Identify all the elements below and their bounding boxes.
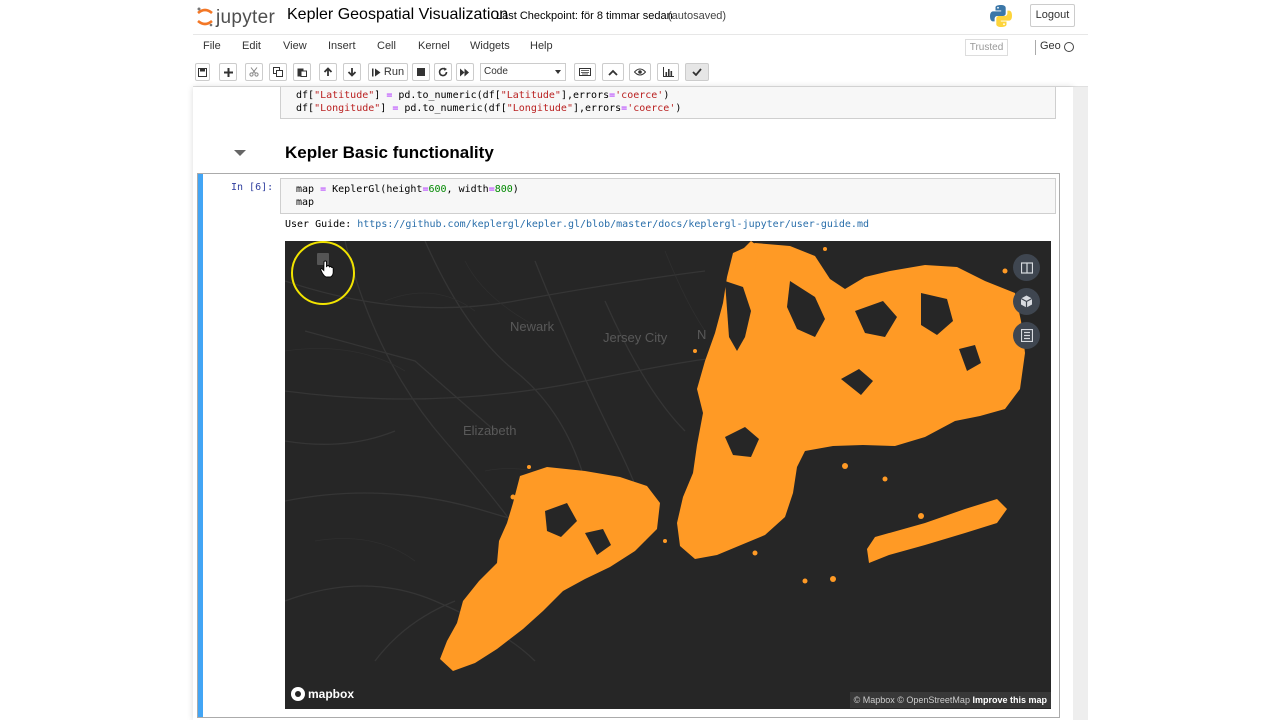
legend-button[interactable] bbox=[1013, 322, 1040, 349]
split-map-icon bbox=[1020, 261, 1033, 274]
save-icon bbox=[198, 67, 207, 77]
place-label-newark: Newark bbox=[510, 319, 555, 334]
logout-button[interactable]: Logout bbox=[1030, 4, 1075, 27]
chart-button[interactable] bbox=[657, 63, 679, 81]
restart-run-all-button[interactable] bbox=[456, 63, 474, 81]
fast-forward-icon bbox=[460, 68, 469, 76]
menu-widgets[interactable]: Widgets bbox=[470, 40, 510, 52]
hand-cursor-icon bbox=[320, 260, 334, 278]
improve-map-link[interactable]: Improve this map bbox=[972, 695, 1047, 705]
cell-type-value: Code bbox=[484, 66, 508, 77]
jupyter-orb-icon bbox=[197, 7, 213, 27]
plus-icon bbox=[223, 67, 233, 77]
mapbox-wordmark: mapbox bbox=[308, 687, 355, 701]
run-button[interactable]: Run bbox=[368, 63, 408, 81]
notebook-title[interactable]: Kepler Geospatial Visualization bbox=[287, 6, 508, 24]
arrow-up-icon bbox=[323, 67, 333, 76]
paste-icon bbox=[297, 68, 307, 77]
copy-icon bbox=[273, 67, 283, 77]
arrow-down-icon bbox=[347, 68, 357, 77]
selected-cell-indicator bbox=[198, 174, 203, 717]
notebook-header: jupyter Kepler Geospatial Visualization … bbox=[193, 0, 1088, 34]
python-logo-icon bbox=[990, 5, 1012, 27]
checkpoint-status: Last Checkpoint: för 8 timmar sedan bbox=[496, 10, 673, 22]
user-guide-line: User Guide: https://github.com/keplergl/… bbox=[285, 219, 869, 230]
section-heading: Kepler Basic functionality bbox=[285, 143, 494, 162]
input-prompt: In [6]: bbox=[231, 182, 274, 193]
menu-view[interactable]: View bbox=[283, 40, 307, 52]
menu-kernel[interactable]: Kernel bbox=[418, 40, 450, 52]
insert-cell-button[interactable] bbox=[219, 63, 237, 81]
place-label-elizabeth: Elizabeth bbox=[463, 423, 517, 438]
map-attribution: © Mapbox © OpenStreetMap Improve this ma… bbox=[849, 692, 1051, 708]
cell-code: map = KeplerGl(height=600, width=800) ma… bbox=[296, 184, 519, 208]
jupyter-wordmark: jupyter bbox=[216, 7, 276, 28]
attribution-text[interactable]: © Mapbox © OpenStreetMap bbox=[854, 695, 970, 705]
refresh-icon bbox=[438, 67, 448, 77]
previous-cell-code: df["Latitude"] = pd.to_numeric(df["Latit… bbox=[296, 90, 682, 114]
previous-code-cell[interactable]: df["Latitude"] = pd.to_numeric(df["Latit… bbox=[280, 87, 1056, 119]
menu-file[interactable]: File bbox=[203, 40, 221, 52]
run-label: Run bbox=[383, 66, 405, 78]
layer-legend-icon bbox=[1020, 329, 1033, 342]
cell-type-select[interactable]: Code bbox=[480, 63, 566, 81]
keyboard-icon bbox=[579, 68, 591, 76]
bar-chart-icon bbox=[662, 67, 674, 77]
step-forward-icon bbox=[371, 68, 381, 76]
menu-insert[interactable]: Insert bbox=[328, 40, 356, 52]
interrupt-button[interactable] bbox=[412, 63, 430, 81]
user-guide-label: User Guide: bbox=[285, 219, 358, 230]
autosave-status: (autosaved) bbox=[668, 10, 727, 22]
user-guide-link[interactable]: https://github.com/keplergl/kepler.gl/bl… bbox=[357, 219, 869, 230]
menu-edit[interactable]: Edit bbox=[242, 40, 261, 52]
split-map-button[interactable] bbox=[1013, 254, 1040, 281]
restart-button[interactable] bbox=[434, 63, 452, 81]
kernel-separator bbox=[1035, 40, 1036, 55]
kernel-idle-icon bbox=[1064, 42, 1074, 52]
menubar: File Edit View Insert Cell Kernel Widget… bbox=[193, 34, 1088, 59]
collapse-section-icon[interactable] bbox=[234, 150, 246, 156]
check-icon bbox=[692, 68, 702, 76]
menu-cell[interactable]: Cell bbox=[377, 40, 396, 52]
scissors-icon bbox=[249, 67, 259, 77]
chevron-up-icon bbox=[608, 69, 618, 76]
toolbar: Run Code bbox=[193, 59, 1088, 87]
mapbox-logo[interactable]: mapbox bbox=[291, 687, 354, 701]
notebook-container: df["Latitude"] = pd.to_numeric(df["Latit… bbox=[193, 87, 1073, 720]
save-button[interactable] bbox=[195, 63, 210, 81]
place-label-new-york-partial: N bbox=[697, 327, 707, 342]
menu-help[interactable]: Help bbox=[530, 40, 553, 52]
3d-view-icon bbox=[1020, 295, 1033, 308]
kepler-map[interactable]: Newark Jersey City Elizabeth N mapbox © … bbox=[285, 241, 1051, 709]
command-palette-button[interactable] bbox=[574, 63, 596, 81]
checkmark-button[interactable] bbox=[685, 63, 709, 81]
scrollbar-gutter[interactable] bbox=[1073, 87, 1088, 720]
code-input[interactable]: map = KeplerGl(height=600, width=800) ma… bbox=[280, 178, 1056, 214]
cell-toolbar-up-button[interactable] bbox=[602, 63, 624, 81]
cut-button[interactable] bbox=[245, 63, 263, 81]
move-up-button[interactable] bbox=[319, 63, 337, 81]
map-canvas[interactable] bbox=[285, 241, 1051, 709]
preview-button[interactable] bbox=[629, 63, 651, 81]
place-label-jersey-city: Jersey City bbox=[603, 330, 668, 345]
3d-view-button[interactable] bbox=[1013, 288, 1040, 315]
jupyter-logo[interactable]: jupyter bbox=[195, 4, 285, 30]
chevron-down-icon bbox=[555, 70, 561, 74]
move-down-button[interactable] bbox=[343, 63, 361, 81]
eye-icon bbox=[634, 68, 646, 76]
kernel-name[interactable]: Geo bbox=[1040, 40, 1061, 52]
paste-button[interactable] bbox=[293, 63, 311, 81]
mapbox-mark-icon bbox=[291, 687, 305, 701]
stop-icon bbox=[417, 68, 425, 76]
trusted-indicator[interactable]: Trusted bbox=[965, 39, 1008, 56]
copy-button[interactable] bbox=[269, 63, 287, 81]
